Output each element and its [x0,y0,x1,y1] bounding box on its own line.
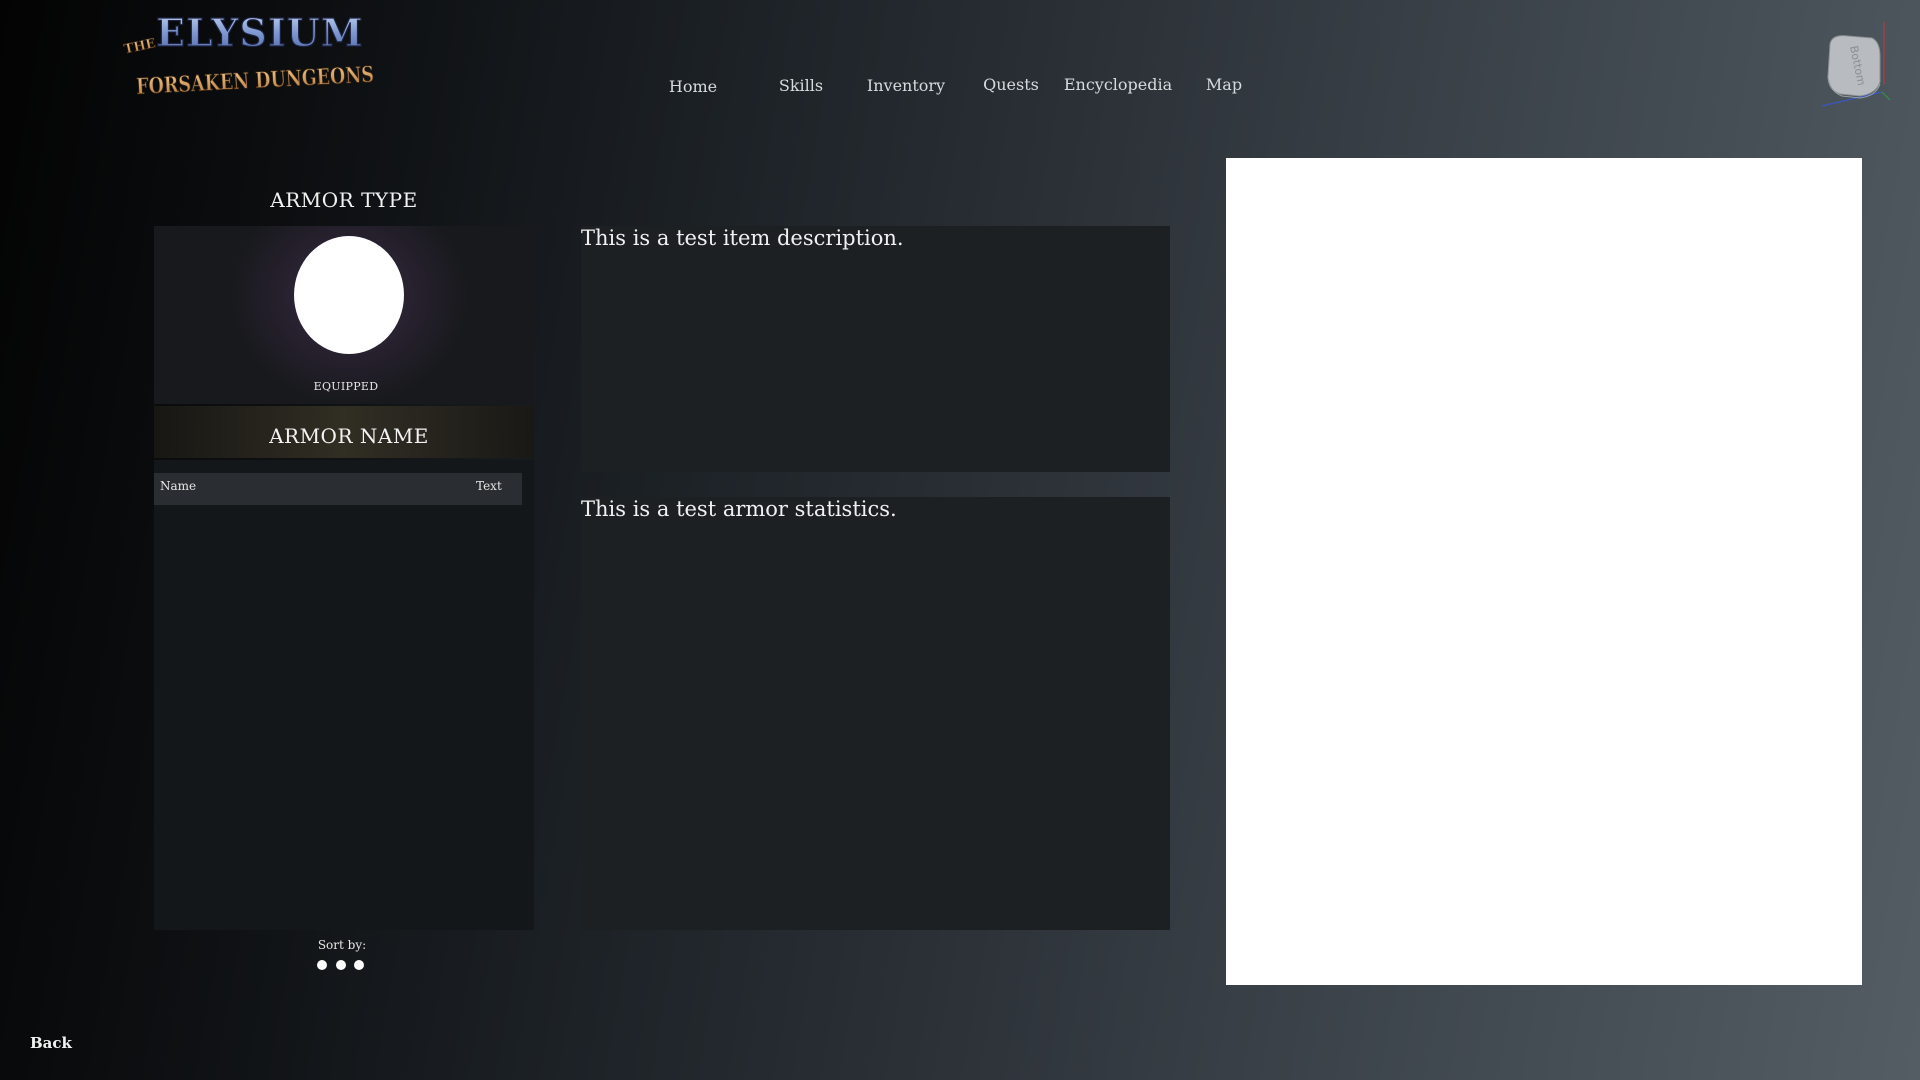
armor-statistics-panel [581,497,1170,930]
nav-map[interactable]: Map [1206,75,1242,94]
armor-3d-preview[interactable] [1226,158,1862,985]
nav-home[interactable]: Home [669,77,717,96]
column-header-name[interactable]: Name [160,479,196,493]
equipped-label: EQUIPPED [313,380,379,393]
nav-quests[interactable]: Quests [983,75,1039,94]
logo-subtitle: FORSAKEN DUNGEONS [136,62,375,100]
armor-name: ARMOR NAME [269,424,429,448]
game-logo: THE ELYSIUM FORSAKEN DUNGEONS [122,8,382,104]
back-button[interactable]: Back [30,1034,72,1052]
logo-the: THE [123,36,157,57]
view-cube-widget[interactable]: Bottom [1818,20,1892,110]
sort-option-2[interactable] [336,960,346,970]
armor-list-header[interactable] [154,473,522,505]
sort-label: Sort by: [317,938,367,952]
nav-skills[interactable]: Skills [779,76,823,95]
nav-encyclopedia[interactable]: Encyclopedia [1064,75,1172,94]
logo-title: ELYSIUM [156,10,364,55]
column-header-text[interactable]: Text [476,479,502,493]
sort-option-1[interactable] [317,960,327,970]
item-description-panel [581,226,1170,472]
equipped-armor-slot[interactable] [294,236,404,354]
armor-list[interactable] [154,460,534,930]
armor-type-title: ARMOR TYPE [270,188,418,212]
armor-statistics-text: This is a test armor statistics. [581,497,897,521]
sort-option-3[interactable] [354,960,364,970]
nav-inventory[interactable]: Inventory [867,76,945,95]
item-description-text: This is a test item description. [581,226,904,250]
